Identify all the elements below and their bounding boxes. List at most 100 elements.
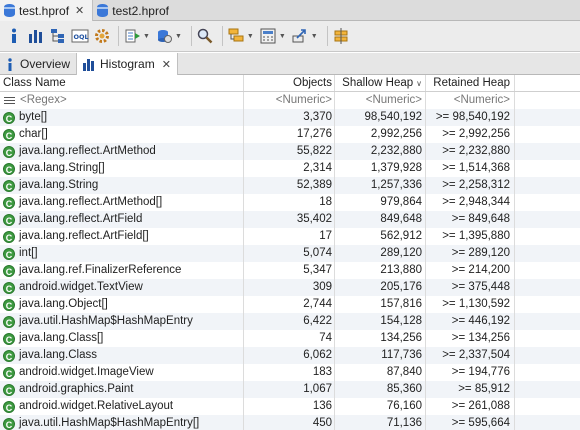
class-icon: C: [3, 349, 15, 362]
histogram-icon[interactable]: [26, 27, 45, 46]
class-icon: C: [3, 400, 15, 413]
table-row[interactable]: Cbyte[] 3,370 98,540,192 >= 98,540,192: [0, 109, 580, 126]
close-icon[interactable]: ✕: [75, 4, 84, 17]
class-name: java.lang.Class[]: [19, 332, 104, 344]
objects-cell: 1,067: [243, 381, 334, 398]
chevron-down-icon[interactable]: ▼: [279, 33, 286, 40]
class-icon: C: [3, 332, 15, 345]
retained-heap-cell: >= 261,088: [425, 398, 515, 415]
table-row[interactable]: Cjava.lang.Class[] 74 134,256 >= 134,256: [0, 330, 580, 347]
class-name-cell: Cjava.lang.reflect.ArtField: [0, 211, 243, 228]
column-header-class-name[interactable]: Class Name: [0, 75, 243, 91]
class-name: java.lang.Class: [19, 349, 97, 361]
shallow-heap-cell: 71,136: [334, 415, 425, 430]
table-row[interactable]: Cjava.lang.ref.FinalizerReference 5,347 21…: [0, 262, 580, 279]
class-name-cell: Cjava.util.HashMap$HashMapEntry: [0, 313, 243, 330]
numeric-filter-shallow[interactable]: <Numeric>: [334, 92, 425, 109]
table-row[interactable]: Candroid.widget.TextView 309 205,176 >= 375…: [0, 279, 580, 296]
editor-tab-test-hprof[interactable]: test.hprof ✕: [0, 0, 94, 21]
search-icon[interactable]: [196, 27, 215, 46]
class-name-cell: Cchar[]: [0, 126, 243, 143]
tab-label: Histogram: [100, 57, 155, 71]
tab-label: Overview: [20, 57, 71, 71]
info-icon[interactable]: [4, 27, 23, 46]
editor-tab-test2-hprof[interactable]: test2.hprof: [93, 0, 177, 21]
table-row[interactable]: Cchar[] 17,276 2,992,256 >= 2,992,256: [0, 126, 580, 143]
table-row[interactable]: Cjava.util.HashMap$HashMapEntry[] 450 71,1…: [0, 415, 580, 430]
objects-cell: 309: [243, 279, 334, 296]
class-name: java.lang.reflect.ArtField[]: [19, 230, 149, 242]
class-name: java.lang.ref.FinalizerReference: [19, 264, 182, 276]
database-icon: [4, 4, 15, 17]
toolbar-separator: [221, 26, 223, 46]
objects-cell: 35,402: [243, 211, 334, 228]
column-header-retained-heap[interactable]: Retained Heap: [425, 75, 515, 91]
class-name: android.widget.TextView: [19, 281, 143, 293]
calculator-icon[interactable]: [259, 27, 278, 46]
class-icon: C: [3, 366, 15, 379]
tab-overview[interactable]: Overview: [0, 53, 76, 75]
regex-filter-cell[interactable]: <Regex>: [0, 92, 243, 109]
column-header-shallow-heap[interactable]: Shallow Heap ∨: [334, 75, 425, 91]
class-name: java.lang.reflect.ArtMethod[]: [19, 196, 163, 208]
numeric-filter-retained[interactable]: <Numeric>: [425, 92, 515, 109]
column-header-objects[interactable]: Objects: [243, 75, 334, 91]
toolbar: OQL ▼ ▼ ▼ ▼ ▼: [0, 21, 580, 52]
chevron-down-icon[interactable]: ▼: [143, 33, 150, 40]
toolbar-separator: [118, 26, 119, 46]
heap-dump-icon[interactable]: [155, 27, 174, 46]
objects-cell: 55,822: [243, 143, 334, 160]
class-icon: C: [3, 145, 15, 158]
editor-tab-label: test.hprof: [19, 3, 70, 18]
shallow-heap-cell: 76,160: [334, 398, 425, 415]
pin-icon[interactable]: [332, 27, 351, 46]
class-name: java.util.HashMap$HashMapEntry[]: [19, 417, 200, 429]
class-name: java.lang.reflect.ArtMethod: [19, 145, 156, 157]
histogram-icon: [83, 58, 95, 71]
class-name: java.util.HashMap$HashMapEntry: [19, 315, 193, 327]
class-name-cell: Candroid.graphics.Paint: [0, 381, 243, 398]
class-name-cell: Cjava.lang.reflect.ArtField[]: [0, 228, 243, 245]
table-row[interactable]: Cjava.lang.String 52,389 1,257,336 >= 2,258…: [0, 177, 580, 194]
table-row[interactable]: Cjava.lang.Object[] 2,744 157,816 >= 1,130,…: [0, 296, 580, 313]
shallow-heap-cell: 2,992,256: [334, 126, 425, 143]
class-name-cell: Candroid.widget.RelativeLayout: [0, 398, 243, 415]
table-row[interactable]: Candroid.graphics.Paint 1,067 85,360 >= 85,…: [0, 381, 580, 398]
export-icon[interactable]: [291, 27, 310, 46]
shallow-heap-cell: 849,648: [334, 211, 425, 228]
oql-icon[interactable]: OQL: [70, 27, 89, 46]
numeric-filter-objects[interactable]: <Numeric>: [243, 92, 334, 109]
dominator-tree-icon[interactable]: [48, 27, 67, 46]
tab-histogram[interactable]: Histogram ✕: [76, 53, 178, 75]
objects-cell: 3,370: [243, 109, 334, 126]
gear-icon[interactable]: [92, 27, 111, 46]
chevron-down-icon[interactable]: ▼: [311, 33, 318, 40]
column-header-label: Shallow Heap: [342, 77, 414, 89]
class-name: android.graphics.Paint: [19, 383, 134, 395]
table-row[interactable]: Cjava.util.HashMap$HashMapEntry 6,422 154,…: [0, 313, 580, 330]
table-row[interactable]: Cjava.lang.reflect.ArtMethod[] 18 979,864 >…: [0, 194, 580, 211]
run-query-icon[interactable]: [123, 27, 142, 46]
table-row[interactable]: Cint[] 5,074 289,120 >= 289,120: [0, 245, 580, 262]
shallow-heap-cell: 562,912: [334, 228, 425, 245]
retained-heap-cell: >= 375,448: [425, 279, 515, 296]
chevron-down-icon[interactable]: ▼: [175, 33, 182, 40]
objects-cell: 5,347: [243, 262, 334, 279]
svg-text:OQL: OQL: [73, 33, 88, 41]
close-icon[interactable]: ✕: [162, 58, 171, 71]
chevron-down-icon[interactable]: ▼: [247, 33, 254, 40]
retained-heap-cell: >= 214,200: [425, 262, 515, 279]
retained-heap-cell: >= 2,258,312: [425, 177, 515, 194]
class-name-cell: Candroid.widget.ImageView: [0, 364, 243, 381]
table-row[interactable]: Candroid.widget.RelativeLayout 136 76,160 >…: [0, 398, 580, 415]
table-row[interactable]: Cjava.lang.reflect.ArtMethod 55,822 2,232,…: [0, 143, 580, 160]
objects-cell: 136: [243, 398, 334, 415]
table-row[interactable]: Candroid.widget.ImageView 183 87,840 >= 194…: [0, 364, 580, 381]
class-name: java.lang.String: [19, 179, 99, 191]
group-by-icon[interactable]: [227, 27, 246, 46]
table-row[interactable]: Cjava.lang.String[] 2,314 1,379,928 >= 1,51…: [0, 160, 580, 177]
table-row[interactable]: Cjava.lang.reflect.ArtField[] 17 562,912 >=…: [0, 228, 580, 245]
class-icon: C: [3, 111, 15, 124]
table-row[interactable]: Cjava.lang.Class 6,062 117,736 >= 2,337,504: [0, 347, 580, 364]
table-row[interactable]: Cjava.lang.reflect.ArtField 35,402 849,648…: [0, 211, 580, 228]
